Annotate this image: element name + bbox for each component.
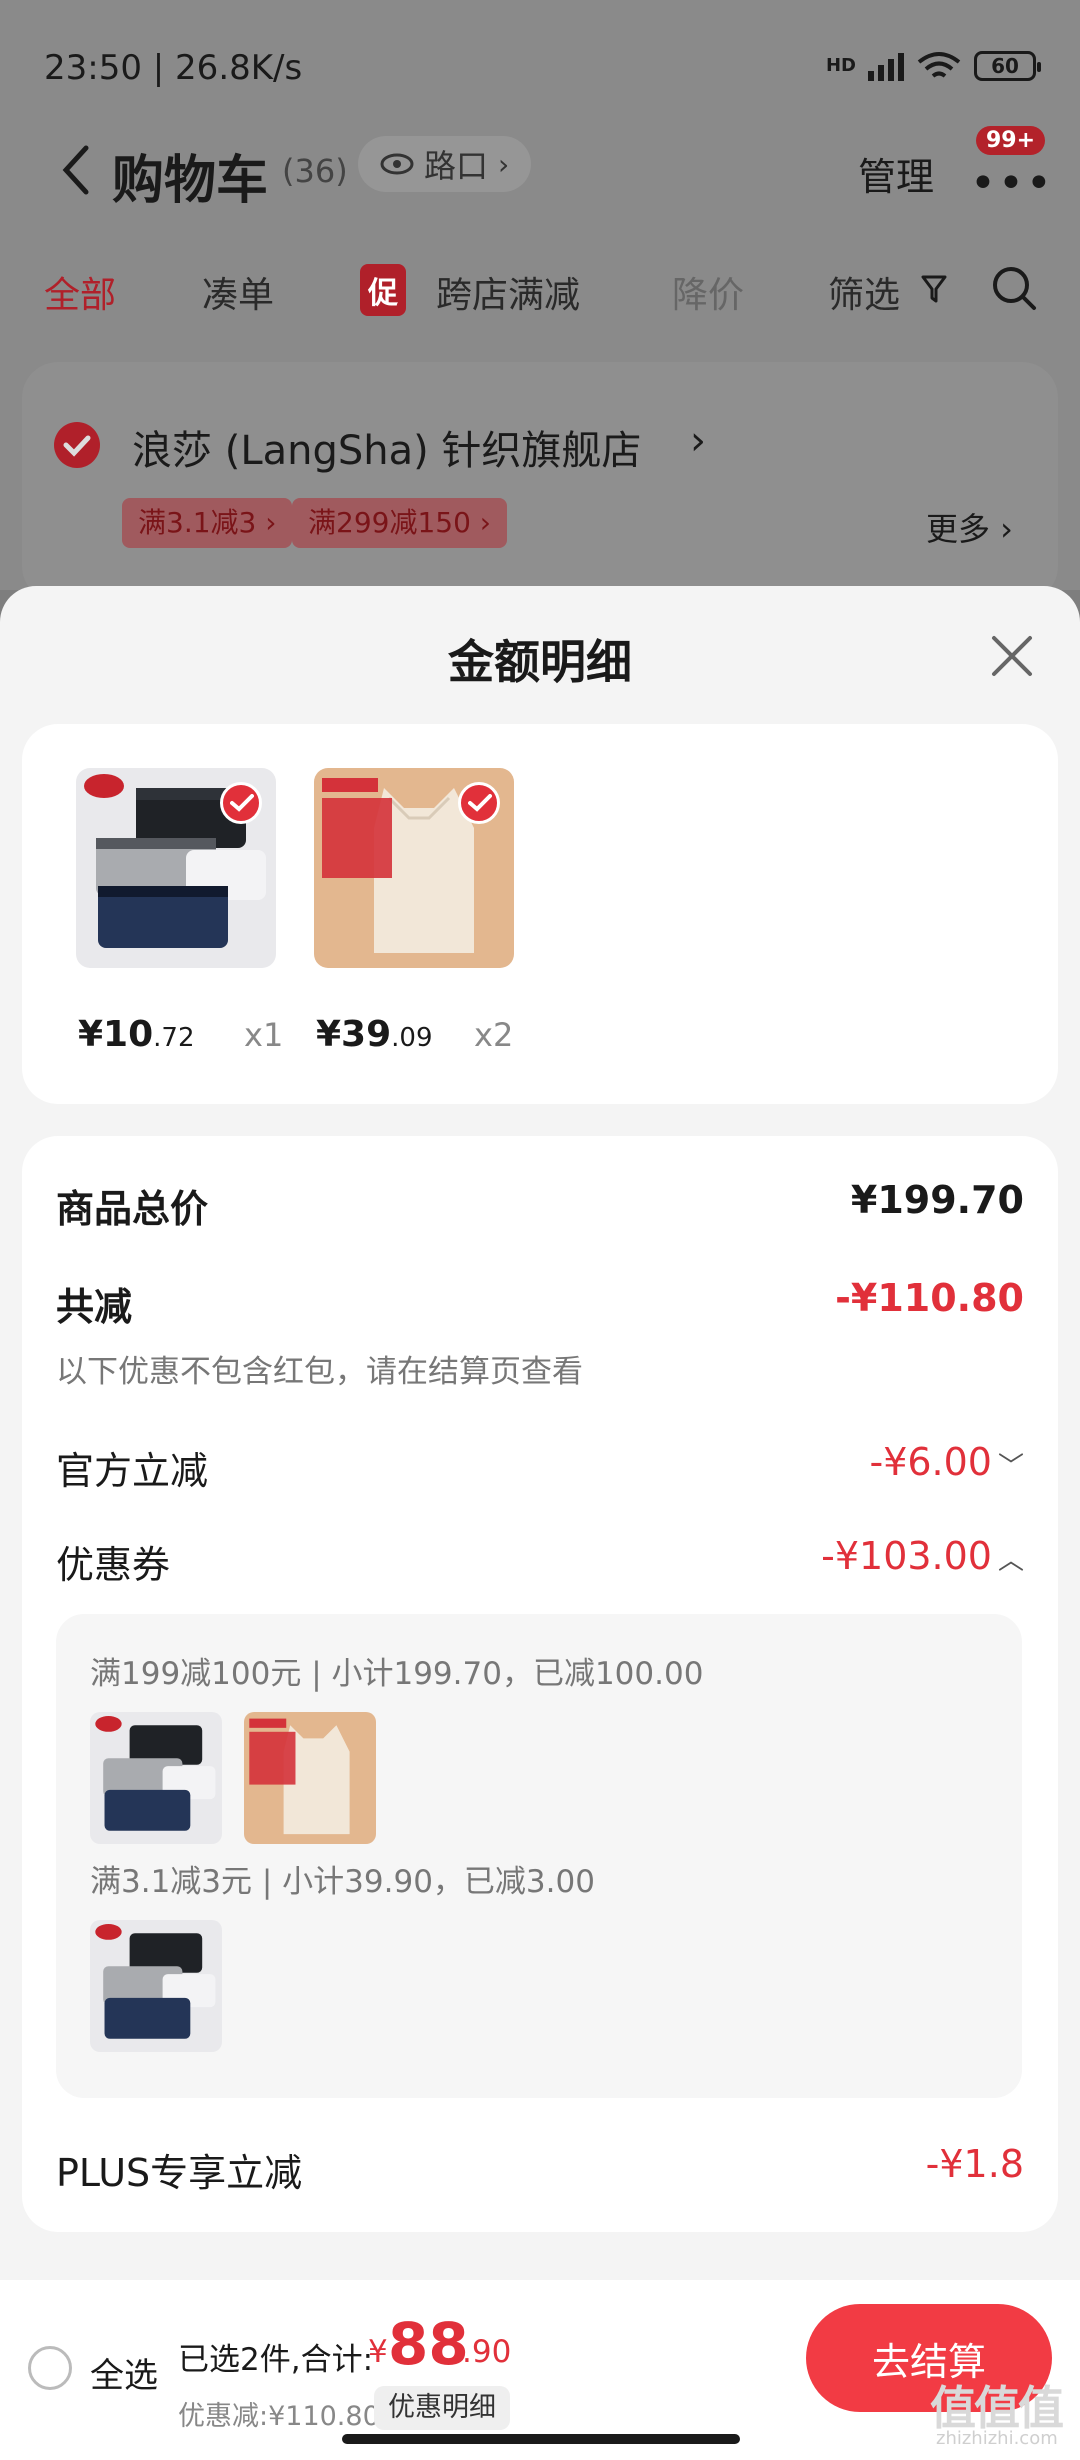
price-integer: ¥39	[316, 1014, 392, 1055]
manage-button[interactable]: 管理	[858, 146, 934, 201]
selected-products: ¥10.72 x1 ¥39.09 x2	[22, 724, 1058, 1104]
signal-icon	[868, 51, 904, 81]
total-integer: 88	[388, 2310, 469, 2378]
amount-detail-sheet: 金额明细 ¥10.72 x1 ¥39.09 x2 商品总价 ¥199.70 共减…	[0, 586, 1080, 2460]
status-icons: HD 60	[825, 50, 1041, 82]
coupon-label: 优惠券	[56, 1543, 171, 1587]
checkout-bar: 全选 已选2件,合计: ¥ 88 .90 优惠减:¥110.80 优惠明细 去结…	[0, 2280, 1080, 2460]
wifi-icon	[917, 52, 961, 78]
tab-price-drop[interactable]: 降价	[672, 266, 744, 318]
product-quantity: x2	[474, 1016, 514, 1054]
coupon-product-thumbnail	[90, 1920, 222, 2052]
coupon-detail-box: 满199减100元 | 小计199.70，已减100.00 满3.1减3元 | …	[56, 1614, 1022, 2098]
message-badge: 99+	[976, 126, 1046, 155]
shop-coupon-tag[interactable]: 满3.1减3 ›	[122, 498, 293, 548]
tab-combine[interactable]: 凑单	[202, 266, 274, 318]
status-time: 23:50 | 26.8K/s	[44, 48, 303, 88]
underwear-image	[90, 1920, 222, 2052]
chevron-up-icon: ︿	[997, 1546, 1024, 1576]
official-discount-label: 官方立减	[56, 1449, 209, 1493]
selected-summary: 已选2件,合计:	[178, 2342, 374, 2378]
more-icon[interactable]: •••	[970, 158, 1054, 209]
promo-icon: 促	[360, 264, 406, 316]
chevron-down-icon: ﹀	[997, 1452, 1024, 1482]
tab-cross-store[interactable]: 跨店满减	[436, 266, 580, 318]
official-discount-value: -¥6.00	[869, 1440, 992, 1484]
select-all-label[interactable]: 全选	[90, 2348, 158, 2397]
price-breakdown: 商品总价 ¥199.70 共减 -¥110.80 以下优惠不包含红包，请在结算页…	[22, 1136, 1058, 2232]
eye-icon	[380, 153, 414, 175]
select-all-checkbox[interactable]	[28, 2346, 72, 2390]
price-integer: ¥10	[78, 1014, 154, 1055]
product-checkbox[interactable]	[458, 782, 500, 824]
discount-detail-button[interactable]: 优惠明细	[374, 2386, 510, 2430]
shop-name[interactable]: 浪莎 (LangSha) 针织旗舰店	[132, 418, 641, 476]
coupon-discount-value: -¥103.00	[821, 1534, 992, 1578]
cart-header: 购物车 (36) 路口 › 管理 ••• 99+	[0, 126, 1080, 211]
total-currency: ¥	[368, 2334, 388, 2370]
product-quantity: x1	[244, 1016, 284, 1054]
filter-tabs: 全部 凑单 促 跨店满减 降价 筛选	[0, 262, 1080, 322]
product-checkbox[interactable]	[220, 782, 262, 824]
shop-more-link[interactable]: 更多 ›	[926, 504, 1013, 550]
price-decimal: .72	[153, 1023, 195, 1053]
product-thumbnail[interactable]	[314, 768, 514, 968]
coupon-product-thumbnail	[244, 1712, 376, 1844]
price-decimal: .09	[391, 1023, 433, 1053]
total-discount-value: -¥110.80	[835, 1276, 1024, 1320]
page-title: 购物车	[112, 151, 269, 211]
tab-filter[interactable]: 筛选	[828, 266, 900, 318]
shop-checkbox[interactable]	[54, 422, 100, 468]
total-discount-label: 共减	[56, 1285, 133, 1329]
battery-icon: 60	[974, 51, 1041, 81]
chevron-right-icon: ›	[690, 418, 706, 464]
coupon-discount-row[interactable]: -¥103.00 ︿	[821, 1534, 1024, 1578]
plus-discount-label: PLUS专享立减	[56, 2151, 303, 2195]
coupon-product-thumbnail	[90, 1712, 222, 1844]
check-icon	[230, 794, 254, 812]
discount-summary: 优惠减:¥110.80	[178, 2401, 380, 2432]
location-pill[interactable]: 路口 ›	[358, 136, 532, 192]
filter-icon[interactable]	[920, 274, 948, 304]
vest-image	[244, 1712, 376, 1844]
chevron-right-icon: ›	[498, 147, 510, 181]
cart-count: (36)	[282, 152, 348, 190]
hd-indicator: HD	[825, 55, 856, 76]
tab-all[interactable]: 全部	[44, 266, 116, 318]
close-icon[interactable]	[986, 630, 1038, 682]
sheet-title: 金额明细	[448, 635, 632, 689]
home-indicator[interactable]	[342, 2434, 740, 2444]
discount-note: 以下优惠不包含红包，请在结算页查看	[56, 1354, 583, 1390]
location-label: 路口	[424, 147, 489, 185]
back-icon[interactable]	[56, 140, 96, 200]
total-price-label: 商品总价	[56, 1187, 209, 1231]
product-thumbnail[interactable]	[76, 768, 276, 968]
official-discount-row[interactable]: -¥6.00 ﹀	[869, 1440, 1024, 1484]
shop-card: 浪莎 (LangSha) 针织旗舰店 › 满3.1减3 › 满299减150 ›…	[22, 362, 1058, 602]
underwear-image	[90, 1712, 222, 1844]
watermark-url: zhizhizhi.com	[936, 2428, 1058, 2449]
coupon-rule: 满3.1减3元 | 小计39.90，已减3.00	[90, 1864, 595, 1900]
total-price-value: ¥199.70	[850, 1178, 1024, 1222]
shop-coupon-tag[interactable]: 满299减150 ›	[292, 498, 507, 548]
coupon-rule: 满199减100元 | 小计199.70，已减100.00	[90, 1656, 704, 1692]
plus-discount-value: -¥1.8	[925, 2142, 1024, 2186]
check-icon	[63, 435, 91, 457]
product-price: ¥39.09	[316, 1014, 433, 1055]
check-icon	[468, 794, 492, 812]
search-icon[interactable]	[990, 264, 1038, 312]
total-decimal: .90	[462, 2334, 512, 2370]
product-price: ¥10.72	[78, 1014, 195, 1055]
